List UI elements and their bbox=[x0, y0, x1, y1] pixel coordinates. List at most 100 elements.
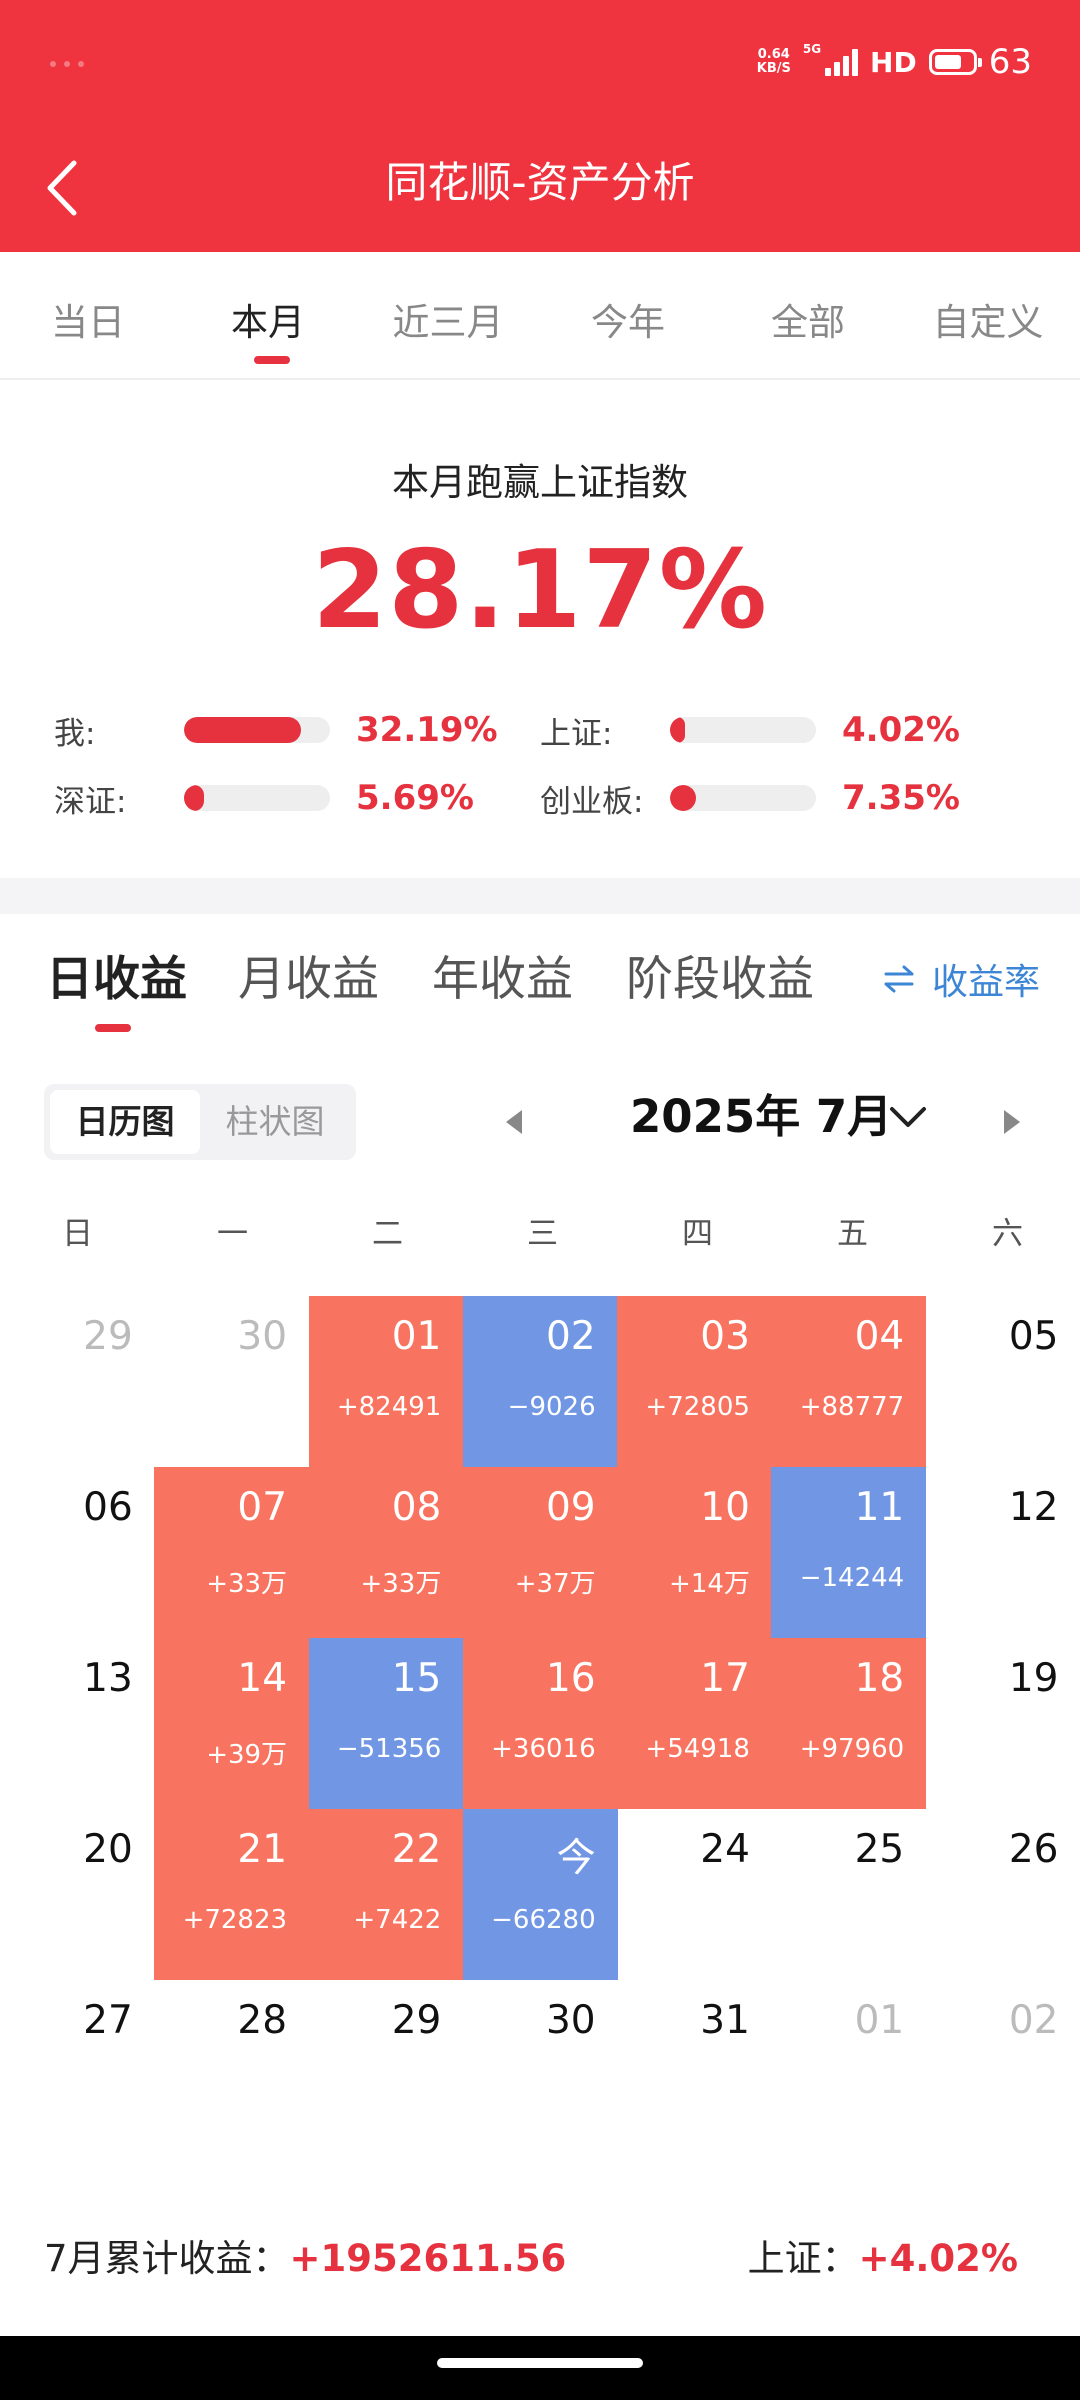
month-label[interactable]: 2025年 7月 bbox=[630, 1080, 892, 1145]
calendar-day-number: 31 bbox=[700, 1998, 750, 2043]
period-tabs: 当日 本月 近三月 今年 全部 自定义 bbox=[0, 252, 1080, 380]
comparison-label: 深证: bbox=[54, 783, 127, 820]
calendar-day-pnl: −51356 bbox=[336, 1734, 442, 1764]
calendar-day[interactable]: 01 bbox=[771, 1980, 926, 2151]
calendar-day-pnl: +97960 bbox=[799, 1734, 905, 1764]
calendar-day-number: 25 bbox=[854, 1827, 905, 1872]
calendar-day[interactable]: 03 +72805 bbox=[617, 1296, 772, 1467]
tab-this-month[interactable]: 本月 bbox=[178, 292, 358, 346]
calendar-day[interactable]: 08 +33万 bbox=[308, 1467, 464, 1638]
battery-percent: 63 bbox=[988, 42, 1032, 82]
calendar-day[interactable]: 30 bbox=[463, 1980, 618, 2151]
calendar-day-pnl: −14244 bbox=[799, 1563, 905, 1593]
calendar-day-number: 29 bbox=[83, 1314, 133, 1359]
calendar-day[interactable]: 29 bbox=[0, 1296, 155, 1467]
calendar-day[interactable]: 04 +88777 bbox=[771, 1296, 927, 1467]
calendar-day-number: 26 bbox=[1008, 1827, 1059, 1872]
tab-stage-income[interactable]: 阶段收益 bbox=[626, 940, 814, 1009]
triangle-right-icon bbox=[1004, 1110, 1020, 1134]
bar-chart-view-button[interactable]: 柱状图 bbox=[200, 1090, 350, 1154]
calendar-day[interactable]: 05 bbox=[926, 1296, 1080, 1467]
tab-monthly-income[interactable]: 月收益 bbox=[238, 940, 379, 1009]
calendar-day-pnl: +54918 bbox=[645, 1734, 750, 1764]
calendar-day[interactable]: 18 +97960 bbox=[771, 1638, 927, 1809]
tab-this-year[interactable]: 今年 bbox=[538, 292, 718, 346]
calendar-day[interactable]: 16 +36016 bbox=[462, 1638, 618, 1809]
tab-three-months[interactable]: 近三月 bbox=[358, 292, 538, 346]
network-type: 5G bbox=[802, 42, 822, 56]
calendar-day[interactable]: 07 +33万 bbox=[154, 1467, 310, 1638]
weekday-header: 日 一 二 三 四 五 六 bbox=[0, 1208, 1080, 1258]
calendar-day-pnl: +39万 bbox=[206, 1740, 288, 1770]
calendar-day-number: 12 bbox=[1008, 1485, 1059, 1530]
calendar-day[interactable]: 09 +37万 bbox=[462, 1467, 618, 1638]
calendar-day-number: 06 bbox=[83, 1485, 133, 1530]
previous-month-button[interactable] bbox=[500, 1104, 528, 1140]
hd-indicator: HD bbox=[870, 45, 917, 79]
calendar-day-number: 11 bbox=[854, 1485, 905, 1530]
calendar-view-button[interactable]: 日历图 bbox=[50, 1090, 200, 1154]
comparison-row-mine: 我: 32.19% bbox=[54, 706, 498, 754]
net-speed-value: 0.64 bbox=[757, 47, 790, 62]
calendar-day-number: 02 bbox=[1008, 1998, 1059, 2043]
calendar-day-number: 30 bbox=[545, 1998, 596, 2043]
calendar-day[interactable]: 28 bbox=[154, 1980, 309, 2151]
calendar-day[interactable]: 10 +14万 bbox=[617, 1467, 772, 1638]
calendar-day[interactable]: 24 bbox=[617, 1809, 772, 1980]
calendar-day[interactable]: 02 −9026 bbox=[462, 1296, 618, 1467]
tab-custom[interactable]: 自定义 bbox=[898, 292, 1078, 346]
calendar-day[interactable]: 14 +39万 bbox=[154, 1638, 310, 1809]
calendar-day[interactable]: 30 bbox=[154, 1296, 309, 1467]
comparison-label: 创业板: bbox=[540, 783, 644, 820]
weekday-label: 六 bbox=[992, 1216, 1023, 1252]
calendar-day-number: 28 bbox=[237, 1998, 288, 2043]
calendar-day[interactable]: 06 bbox=[0, 1467, 155, 1638]
monthly-total: 7月累计收益：+1952611.56 bbox=[44, 2228, 566, 2282]
status-bar: 0.64 KB/S 5G HD 63 bbox=[757, 40, 1032, 84]
net-speed-indicator: 0.64 KB/S bbox=[757, 48, 791, 76]
calendar-day[interactable]: 01 +82491 bbox=[308, 1296, 464, 1467]
tab-today[interactable]: 当日 bbox=[0, 292, 178, 346]
calendar-day[interactable]: 20 bbox=[0, 1809, 155, 1980]
calendar-day-number: 01 bbox=[854, 1998, 905, 2043]
home-indicator[interactable] bbox=[437, 2358, 643, 2368]
tab-all[interactable]: 全部 bbox=[718, 292, 898, 346]
calendar-day[interactable]: 12 bbox=[926, 1467, 1080, 1638]
calendar-day[interactable]: 今 −66280 bbox=[462, 1809, 618, 1980]
next-month-button[interactable] bbox=[998, 1104, 1026, 1140]
calendar-day-number: 10 bbox=[700, 1485, 750, 1530]
calendar-day-number: 01 bbox=[391, 1314, 442, 1359]
weekday-label: 一 bbox=[217, 1216, 248, 1252]
calendar-day[interactable]: 17 +54918 bbox=[617, 1638, 772, 1809]
month-picker-button[interactable] bbox=[888, 1100, 928, 1134]
calendar-day[interactable]: 29 bbox=[309, 1980, 464, 2151]
calendar-day[interactable]: 21 +72823 bbox=[154, 1809, 310, 1980]
calendar-day[interactable]: 15 −51356 bbox=[308, 1638, 464, 1809]
income-tab-indicator bbox=[95, 1024, 131, 1032]
calendar-day[interactable]: 31 bbox=[617, 1980, 772, 2151]
calendar-day[interactable]: 13 bbox=[0, 1638, 155, 1809]
calendar-day[interactable]: 11 −14244 bbox=[771, 1467, 927, 1638]
yield-rate-label: 收益率 bbox=[931, 962, 1040, 1003]
calendar-day[interactable]: 26 bbox=[926, 1809, 1080, 1980]
calendar-day-number: 27 bbox=[83, 1998, 133, 2043]
tab-daily-income[interactable]: 日收益 bbox=[46, 940, 187, 1009]
calendar-day-number: 08 bbox=[391, 1485, 442, 1530]
view-switch: 日历图 柱状图 bbox=[44, 1084, 356, 1160]
calendar-day[interactable]: 19 bbox=[926, 1638, 1080, 1809]
tab-yearly-income[interactable]: 年收益 bbox=[432, 940, 573, 1009]
calendar-day-pnl: −9026 bbox=[507, 1392, 596, 1422]
swap-arrows-icon bbox=[884, 965, 914, 993]
progress-bar bbox=[184, 717, 330, 743]
comparison-pct: 4.02% bbox=[842, 710, 960, 750]
calendar-day[interactable]: 02 bbox=[926, 1980, 1080, 2151]
progress-fill bbox=[184, 717, 301, 743]
calendar-day[interactable]: 22 +7422 bbox=[308, 1809, 464, 1980]
calendar-day-pnl: +33万 bbox=[360, 1569, 442, 1599]
comparison-pct: 5.69% bbox=[356, 778, 474, 818]
calendar-day[interactable]: 27 bbox=[0, 1980, 155, 2151]
calendar-day-number: 24 bbox=[700, 1827, 750, 1872]
calendar-day[interactable]: 25 bbox=[771, 1809, 926, 1980]
yield-rate-toggle[interactable]: 收益率 bbox=[882, 953, 1040, 1005]
progress-fill bbox=[670, 717, 685, 743]
